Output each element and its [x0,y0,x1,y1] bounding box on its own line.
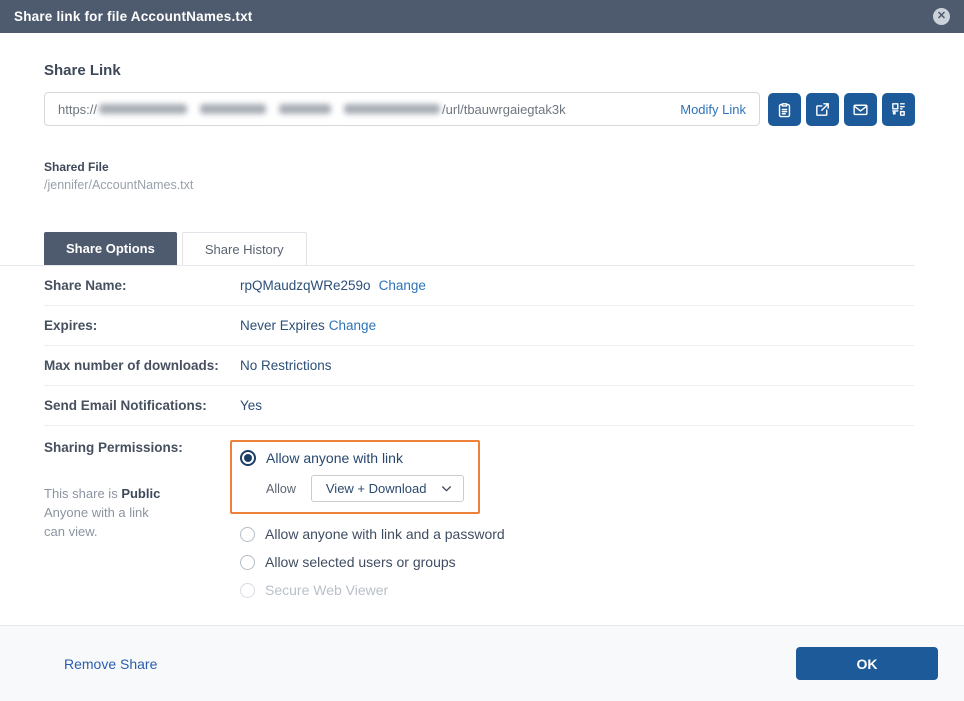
max-downloads-label: Max number of downloads: [44,358,240,373]
share-url-redacted [99,104,440,114]
radio-button-disabled-icon [240,583,255,598]
highlight-box: Allow anyone with link Allow View + Down… [230,440,480,514]
copy-link-button[interactable] [768,93,801,126]
row-sharing-permissions: Sharing Permissions: This share is Publi… [44,426,914,610]
tab-bar: Share Options Share History [0,232,914,266]
qr-code-icon [890,101,907,118]
expires-change-link[interactable]: Change [329,318,376,333]
radio-allow-anyone-with-link[interactable]: Allow anyone with link [240,450,464,466]
sharing-permissions-label: Sharing Permissions: [44,440,240,455]
dialog-footer: Remove Share OK [0,625,964,701]
row-email-notifications: Send Email Notifications: Yes [44,386,914,426]
expires-label: Expires: [44,318,240,333]
radio-secure-web-viewer: Secure Web Viewer [240,582,505,598]
row-max-downloads: Max number of downloads: No Restrictions [44,346,914,386]
share-name-value: rpQMaudzqWRe259o [240,278,371,293]
clipboard-icon [776,101,793,118]
envelope-icon [852,101,869,118]
dialog-body: Share Link https:// /url/tbauwrgaiegtak3… [0,33,964,625]
share-name-label: Share Name: [44,278,240,293]
share-url-field[interactable]: https:// /url/tbauwrgaiegtak3k Modify Li… [44,92,760,126]
shared-file-path: /jennifer/AccountNames.txt [44,178,914,192]
radio-button-selected-icon[interactable] [240,450,256,466]
share-link-heading: Share Link [44,62,914,79]
radio-label: Allow anyone with link [266,450,403,466]
share-name-change-link[interactable]: Change [379,278,426,293]
radio-label: Allow anyone with link and a password [265,526,505,542]
email-link-button[interactable] [844,93,877,126]
dialog-title: Share link for file AccountNames.txt [14,9,253,24]
external-link-icon [814,101,831,118]
radio-button-icon[interactable] [240,555,255,570]
max-downloads-value: No Restrictions [240,358,332,373]
tab-share-options[interactable]: Share Options [44,232,177,265]
dialog-titlebar: Share link for file AccountNames.txt ✕ [0,0,964,33]
modify-link-button[interactable]: Modify Link [680,102,746,117]
share-visibility-note: This share is Public Anyone with a link … [44,485,240,542]
ok-button[interactable]: OK [796,647,938,680]
email-notifications-label: Send Email Notifications: [44,398,240,413]
open-link-button[interactable] [806,93,839,126]
share-url-prefix: https:// [58,102,97,117]
chevron-down-icon [440,482,453,495]
close-icon[interactable]: ✕ [933,8,950,25]
allow-label: Allow [266,482,296,496]
radio-label: Secure Web Viewer [265,582,388,598]
radio-allow-selected-users[interactable]: Allow selected users or groups [240,554,505,570]
tab-share-history[interactable]: Share History [182,232,307,265]
row-expires: Expires: Never Expires Change [44,306,914,346]
email-notifications-value: Yes [240,398,262,413]
remove-share-link[interactable]: Remove Share [64,656,157,672]
shared-file-label: Shared File [44,160,914,174]
radio-button-icon[interactable] [240,527,255,542]
share-url-suffix: /url/tbauwrgaiegtak3k [442,102,566,117]
permission-level-dropdown[interactable]: View + Download [311,475,465,502]
radio-label: Allow selected users or groups [265,554,456,570]
row-share-name: Share Name: rpQMaudzqWRe259o Change [44,266,914,306]
radio-allow-anyone-with-password[interactable]: Allow anyone with link and a password [240,526,505,542]
expires-value: Never Expires [240,318,325,333]
qr-code-button[interactable] [882,93,915,126]
permission-level-value: View + Download [326,481,427,496]
